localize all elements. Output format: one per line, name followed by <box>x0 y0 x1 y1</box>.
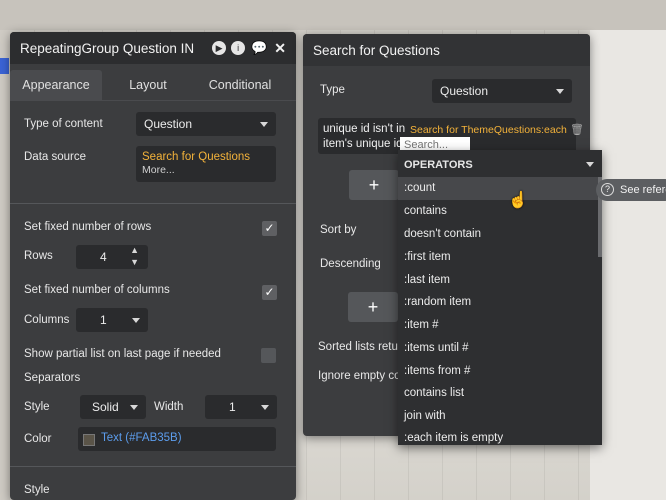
operators-header: OPERATORS <box>398 155 602 175</box>
columns-label: Columns <box>24 314 70 326</box>
operator-item[interactable]: doesn't contain <box>398 223 602 246</box>
operator-item[interactable]: :random item <box>398 291 602 314</box>
fixed-rows-checkbox[interactable]: ✓ <box>262 221 277 236</box>
stepper-icon[interactable]: ▲ ▼ <box>130 244 139 268</box>
data-source-value: Search for Questions <box>142 151 251 163</box>
close-icon[interactable]: ✕ <box>274 40 286 57</box>
section-divider <box>10 203 296 204</box>
separator-width-value: 1 <box>229 400 236 414</box>
type-of-content-label: Type of content <box>24 118 103 130</box>
chevron-down-icon <box>260 122 268 127</box>
color-swatch[interactable] <box>83 434 95 446</box>
fixed-columns-label: Set fixed number of columns <box>24 284 170 296</box>
constraint-line2: item's unique id <box>323 138 403 150</box>
panel-tabs: Appearance Layout Conditional <box>10 70 286 100</box>
rows-stepper[interactable]: 4 ▲ ▼ <box>76 245 148 269</box>
chevron-down-icon <box>130 405 138 410</box>
rows-label: Rows <box>24 250 53 262</box>
type-of-content-value: Question <box>144 117 193 131</box>
chevron-down-icon <box>261 405 269 410</box>
separator-width-dropdown[interactable]: 1 <box>205 395 277 419</box>
operator-item[interactable]: :items from # <box>398 360 602 383</box>
partial-list-label: Show partial list on last page if needed <box>24 348 221 360</box>
tab-conditional[interactable]: Conditional <box>194 70 286 100</box>
canvas-element-tag <box>0 58 9 74</box>
descending-label: Descending <box>320 258 381 270</box>
data-source-label: Data source <box>24 151 87 163</box>
comment-icon[interactable]: 💬 <box>251 40 267 56</box>
add-sort-button[interactable]: + <box>348 292 398 322</box>
columns-dropdown[interactable]: 1 <box>76 308 148 332</box>
fixed-columns-checkbox[interactable]: ✓ <box>262 285 277 300</box>
separators-label: Separators <box>24 372 81 384</box>
panel-title: RepeatingGroup Question IN <box>20 40 195 56</box>
search-panel-title: Search for Questions <box>313 42 440 58</box>
type-of-content-dropdown[interactable]: Question <box>136 112 276 136</box>
trash-icon[interactable]: 🗑 <box>570 123 584 136</box>
sorted-lists-label: Sorted lists retur <box>318 341 402 353</box>
search-panel-header: Search for Questions <box>303 34 590 66</box>
rows-value: 4 <box>100 250 107 264</box>
columns-value: 1 <box>100 313 107 327</box>
reference-tooltip[interactable]: ? See refere <box>596 179 666 201</box>
sort-by-label: Sort by <box>320 224 357 236</box>
color-value: Text (#FAB35B) <box>101 432 182 444</box>
fixed-rows-label: Set fixed number of rows <box>24 221 152 233</box>
partial-list-checkbox[interactable] <box>261 348 276 363</box>
operator-item[interactable]: :items until # <box>398 337 602 360</box>
color-label: Color <box>24 433 52 445</box>
constraint-expression[interactable]: Search for ThemeQuestions:each <box>410 124 567 136</box>
help-icon: ? <box>601 183 614 196</box>
operator-item[interactable]: contains <box>398 200 602 223</box>
tab-appearance[interactable]: Appearance <box>10 70 102 100</box>
operator-item[interactable]: contains list <box>398 382 602 405</box>
search-type-dropdown[interactable]: Question <box>432 79 572 103</box>
search-type-label: Type <box>320 84 345 96</box>
add-constraint-button[interactable]: + <box>349 170 399 200</box>
panel-header: RepeatingGroup Question IN ▶ i 💬 ✕ <box>10 32 296 64</box>
operator-item[interactable]: :last item <box>398 269 602 292</box>
constraint-line1: unique id isn't in <box>323 123 406 135</box>
operators-header-label: OPERATORS <box>404 159 473 171</box>
tabs-divider <box>10 100 296 101</box>
chevron-down-icon <box>132 318 140 323</box>
mouse-pointer-icon: ☝ <box>508 192 528 209</box>
data-source-more[interactable]: More... <box>142 164 270 176</box>
operator-item[interactable]: :count <box>398 177 602 200</box>
color-picker[interactable]: Text (#FAB35B) <box>78 427 276 451</box>
search-type-value: Question <box>440 84 489 98</box>
data-source-expression[interactable]: Search for Questions More... <box>136 146 276 182</box>
style2-label: Style <box>24 484 50 496</box>
section-divider-bottom <box>10 466 296 467</box>
tooltip-text: See refere <box>620 184 666 196</box>
width-label: Width <box>154 401 184 413</box>
chevron-down-icon <box>556 89 564 94</box>
operator-item[interactable]: :item # <box>398 314 602 337</box>
ignore-empty-label: Ignore empty co <box>318 370 401 382</box>
style-label: Style <box>24 401 50 413</box>
editor-left-strip <box>0 30 10 500</box>
info-icon[interactable]: i <box>231 41 246 55</box>
chevron-down-icon <box>586 162 594 167</box>
tab-layout[interactable]: Layout <box>102 70 194 100</box>
operator-item[interactable]: :first item <box>398 246 602 269</box>
operator-item[interactable]: :each item is empty <box>398 427 602 450</box>
play-icon[interactable]: ▶ <box>212 41 227 55</box>
operator-item[interactable]: join with <box>398 405 602 428</box>
operators-dropdown: OPERATORS :count contains doesn't contai… <box>398 150 602 445</box>
separator-style-value: Solid <box>92 400 119 414</box>
separator-style-dropdown[interactable]: Solid <box>80 395 146 419</box>
editor-top-strip <box>0 0 666 30</box>
